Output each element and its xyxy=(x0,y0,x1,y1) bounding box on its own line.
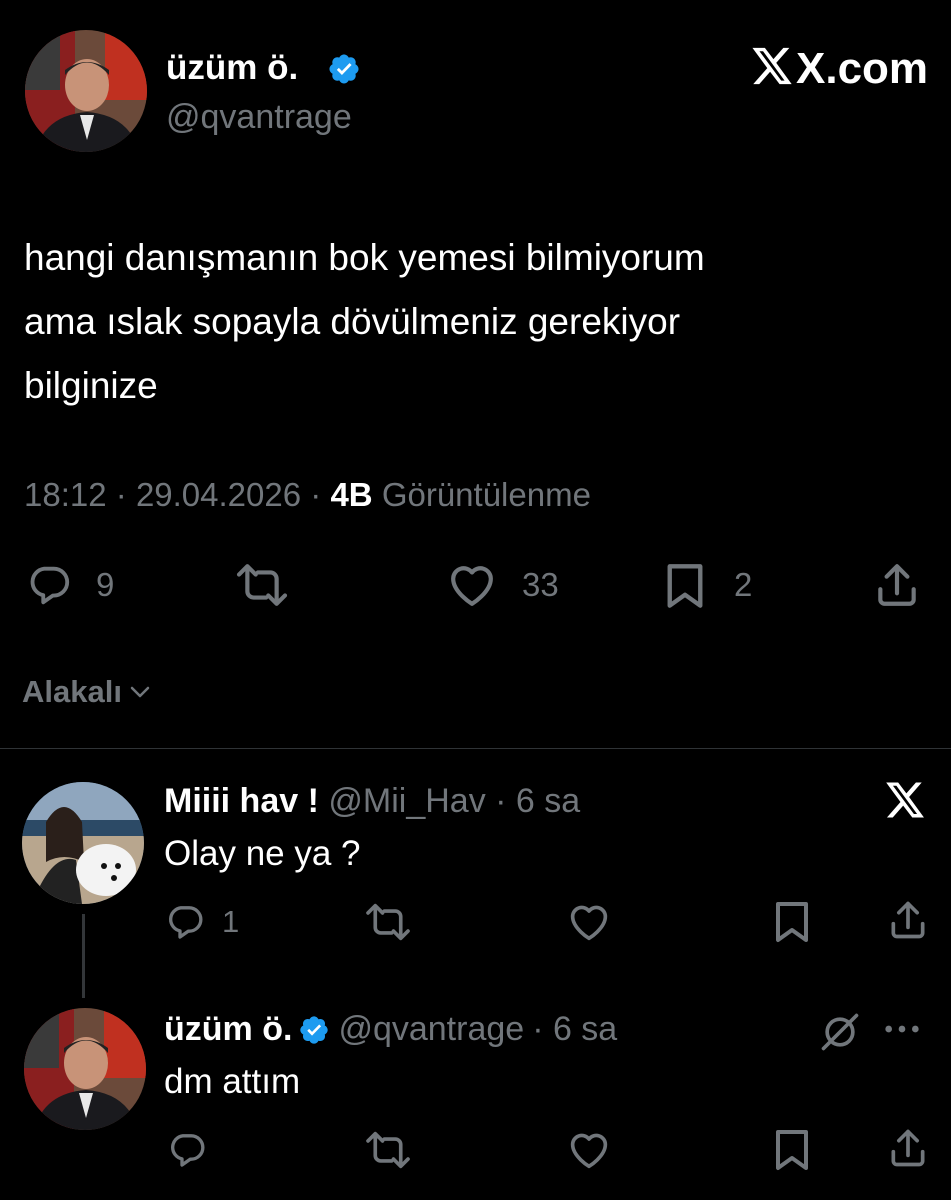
site-label: X.com xyxy=(796,44,929,93)
author-name[interactable]: üzüm ö. xyxy=(166,48,298,88)
share-icon xyxy=(872,560,922,610)
reply-header: Miiii hav ! @Mii_Hav · 6 sa xyxy=(164,782,580,821)
x-logo-icon xyxy=(750,46,794,86)
reply-author-name[interactable]: üzüm ö. xyxy=(164,1010,292,1049)
share-button[interactable] xyxy=(886,1126,930,1170)
like-button[interactable] xyxy=(446,562,498,608)
reply-avatar[interactable] xyxy=(24,1008,146,1130)
sort-label: Alakalı xyxy=(22,674,122,709)
reply-icon xyxy=(24,562,74,608)
reply-icon xyxy=(164,902,206,942)
reply-count: 1 xyxy=(222,904,240,939)
like-button[interactable] xyxy=(566,902,612,942)
reply-time[interactable]: · 6 sa xyxy=(532,1010,617,1049)
bookmark-icon xyxy=(772,1128,812,1172)
reply-icon xyxy=(166,1130,208,1170)
verified-badge-icon xyxy=(327,52,361,86)
reply-author-name[interactable]: Miiii hav ! xyxy=(164,782,319,820)
sort-dropdown[interactable]: Alakalı xyxy=(22,674,152,710)
tweet-date[interactable]: 29.04.2026 xyxy=(136,476,301,513)
reply-button[interactable] xyxy=(166,1130,208,1170)
bookmark-button[interactable] xyxy=(772,900,812,944)
retweet-icon xyxy=(362,1130,414,1170)
views-count: 4B xyxy=(330,476,373,513)
tweet-time[interactable]: 18:12 xyxy=(24,476,107,513)
reply-count: 9 xyxy=(96,566,115,603)
tweet-meta: 18:12 · 29.04.2026 · 4B Görüntülenme xyxy=(24,476,591,514)
reply-time[interactable]: · 6 sa xyxy=(495,782,580,820)
share-icon xyxy=(886,898,930,942)
bookmark-icon xyxy=(662,562,708,610)
author-avatar[interactable] xyxy=(25,30,147,152)
x-logo-icon xyxy=(884,780,926,820)
meta-separator: · xyxy=(310,476,322,513)
like-icon xyxy=(566,902,612,942)
grok-icon[interactable] xyxy=(818,1010,862,1054)
bookmark-count: 2 xyxy=(734,566,753,603)
more-icon[interactable] xyxy=(882,1014,922,1044)
tweet-text-line: hangi danışmanın bok yemesi bilmiyorum xyxy=(24,237,705,278)
like-icon xyxy=(446,562,498,608)
retweet-button[interactable] xyxy=(362,1130,414,1170)
like-icon xyxy=(566,1130,612,1170)
meta-separator: · xyxy=(115,476,127,513)
bookmark-button[interactable] xyxy=(662,562,708,610)
reply-button[interactable] xyxy=(24,562,74,608)
section-divider xyxy=(0,748,951,749)
retweet-icon xyxy=(362,902,414,942)
share-button[interactable] xyxy=(886,898,930,942)
thread-line xyxy=(82,914,85,998)
bookmark-button[interactable] xyxy=(772,1128,812,1172)
reply-text: Olay ne ya ? xyxy=(164,834,361,873)
author-handle[interactable]: @qvantrage xyxy=(166,98,352,137)
tweet-text: hangi danışmanın bok yemesi bilmiyorum a… xyxy=(24,226,705,418)
reply-button[interactable] xyxy=(164,902,206,942)
reply-author-handle[interactable]: @Mii_Hav xyxy=(328,782,485,820)
bookmark-icon xyxy=(772,900,812,944)
reply-header: üzüm ö. @qvantrage · 6 sa xyxy=(164,1010,617,1049)
views-label: Görüntülenme xyxy=(381,476,591,513)
tweet-text-line: ama ıslak sopayla dövülmeniz gerekiyor xyxy=(24,301,681,342)
reply-text: dm attım xyxy=(164,1062,301,1101)
share-icon xyxy=(886,1126,930,1170)
chevron-down-icon xyxy=(128,682,152,702)
tweet-text-line: bilginize xyxy=(24,365,158,406)
verified-badge-icon xyxy=(298,1014,330,1046)
like-button[interactable] xyxy=(566,1130,612,1170)
retweet-button[interactable] xyxy=(232,562,292,608)
share-button[interactable] xyxy=(872,560,922,610)
retweet-button[interactable] xyxy=(362,902,414,942)
reply-author-handle[interactable]: @qvantrage xyxy=(338,1010,524,1049)
retweet-icon xyxy=(232,562,292,608)
like-count: 33 xyxy=(522,566,559,603)
reply-avatar[interactable] xyxy=(22,782,144,904)
